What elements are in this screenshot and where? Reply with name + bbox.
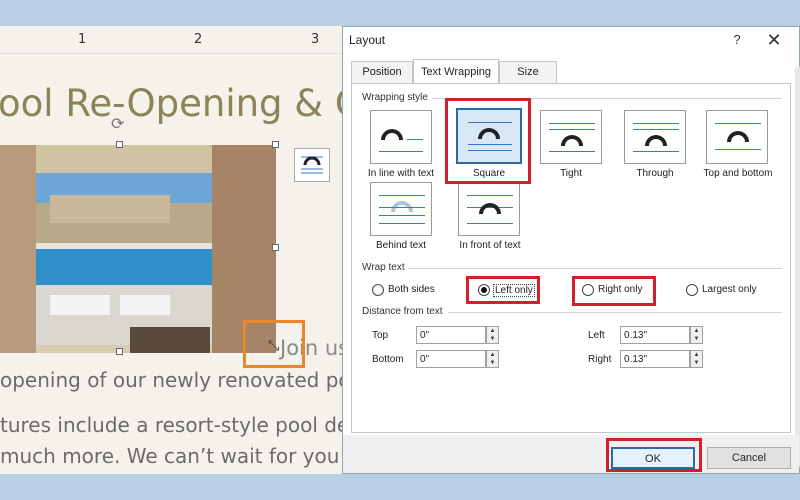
divider	[448, 312, 782, 313]
wrap-text-heading: Wrap text	[362, 262, 405, 273]
ruler-number: 3	[311, 32, 320, 47]
text-line	[715, 149, 761, 150]
text-line	[379, 215, 425, 216]
highlight-square-option	[445, 98, 531, 184]
layout-options-icon	[301, 156, 323, 174]
tab-position[interactable]: Position	[351, 61, 413, 83]
dialog-scrollbar[interactable]	[795, 67, 800, 467]
text-line	[549, 151, 595, 152]
highlight-right-only	[572, 276, 656, 306]
right-label: Right	[588, 354, 612, 365]
ruler-number: 2	[194, 32, 203, 47]
body-text-line: much more. We can’t wait for you to	[0, 444, 366, 468]
text-line	[633, 129, 679, 130]
wrapping-style-heading: Wrapping style	[362, 92, 428, 103]
text-line	[407, 139, 423, 140]
text-line	[379, 207, 425, 208]
wrap-label-in-line: In line with text	[367, 168, 435, 179]
text-wrapping-panel: Wrapping style In line with text Square …	[351, 83, 791, 433]
ruler-ticks	[0, 39, 350, 41]
resize-handle[interactable]	[272, 141, 279, 148]
radio-label-largest-only: Largest only	[702, 284, 757, 295]
wrap-option-in-line[interactable]	[370, 110, 432, 164]
right-distance-spinner[interactable]: ▲ ▼	[690, 350, 703, 368]
top-distance-spinner[interactable]: ▲ ▼	[486, 326, 499, 344]
top-distance-input[interactable]	[416, 326, 486, 344]
close-button[interactable]: ✕	[763, 29, 785, 51]
resize-handle[interactable]	[272, 244, 279, 251]
divider	[408, 268, 782, 269]
bottom-distance-input[interactable]	[416, 350, 486, 368]
wrap-label-in-front: In front of text	[459, 240, 521, 251]
wrap-in-front-icon	[479, 203, 501, 214]
wrap-option-in-front[interactable]	[458, 182, 520, 236]
wrap-label-through: Through	[636, 168, 674, 179]
document-heading: ool Re-Opening & Ce	[0, 82, 384, 125]
layout-dialog: Layout ? ✕ Position Text Wrapping Size W…	[342, 26, 800, 474]
left-label: Left	[588, 330, 605, 341]
bottom-distance-spinner[interactable]: ▲ ▼	[486, 350, 499, 368]
ruler-number: 1	[78, 32, 87, 47]
wrap-tight-icon	[561, 135, 583, 146]
wrap-label-top-bottom: Top and bottom	[703, 168, 773, 179]
dialog-title: Layout	[349, 33, 386, 47]
distance-heading: Distance from text	[362, 306, 443, 317]
text-line	[633, 123, 679, 124]
wrap-inline-icon	[381, 129, 403, 140]
text-line	[549, 123, 595, 124]
highlight-left-only	[466, 276, 540, 304]
resize-handle[interactable]	[116, 348, 123, 355]
resize-cursor-icon: ⤡	[268, 337, 280, 353]
wrap-option-through[interactable]	[624, 110, 686, 164]
radio-largest-only[interactable]	[686, 284, 698, 296]
left-distance-input[interactable]	[620, 326, 690, 344]
body-text-line: tures include a resort-style pool deck,	[0, 413, 379, 437]
text-line	[379, 151, 423, 152]
horizontal-ruler[interactable]: 1 2 3	[0, 26, 350, 54]
pool-photo[interactable]	[0, 145, 276, 353]
body-text-line: opening of our newly renovated pool!	[0, 368, 377, 392]
highlight-ok-button	[606, 438, 702, 472]
tab-text-wrapping[interactable]: Text Wrapping	[413, 59, 499, 83]
wrap-option-tight[interactable]	[540, 110, 602, 164]
radio-label-both-sides: Both sides	[388, 284, 435, 295]
wrap-top-bottom-icon	[727, 131, 749, 142]
highlight-resize-handle: ⤡	[243, 320, 305, 368]
wrap-option-behind-text[interactable]	[370, 182, 432, 236]
text-line	[467, 195, 513, 196]
cancel-button[interactable]: Cancel	[707, 447, 791, 469]
dialog-footer: OK Cancel	[343, 435, 799, 473]
pool-photo-image	[0, 145, 276, 353]
rotate-handle-icon[interactable]: ⟳	[111, 114, 124, 134]
radio-both-sides[interactable]	[372, 284, 384, 296]
tab-size[interactable]: Size	[499, 61, 557, 83]
right-distance-input[interactable]	[620, 350, 690, 368]
layout-options-button[interactable]	[294, 148, 330, 182]
text-line	[379, 195, 425, 196]
text-line	[633, 151, 679, 152]
bottom-label: Bottom	[372, 354, 404, 365]
text-line	[467, 223, 513, 224]
left-distance-spinner[interactable]: ▲ ▼	[690, 326, 703, 344]
wrap-through-icon	[645, 135, 667, 146]
text-line	[715, 123, 761, 124]
resize-handle[interactable]	[116, 141, 123, 148]
text-line	[549, 129, 595, 130]
text-line	[379, 223, 425, 224]
top-label: Top	[372, 330, 389, 341]
wrap-option-top-bottom[interactable]	[706, 110, 768, 164]
help-button[interactable]: ?	[727, 30, 747, 50]
wrap-label-behind-text: Behind text	[375, 240, 427, 251]
wrap-label-tight: Tight	[560, 168, 582, 179]
